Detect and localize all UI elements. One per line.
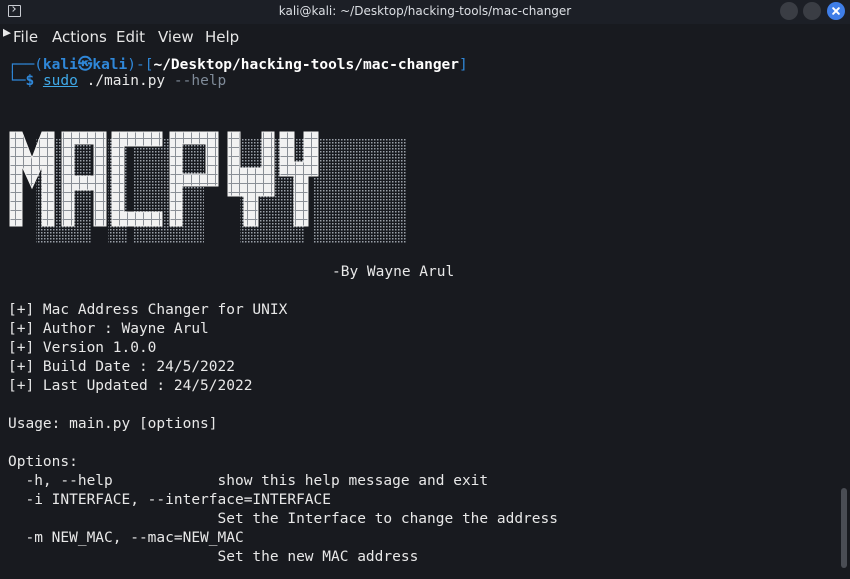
info-line: [+] Mac Address Changer for UNIX [8, 302, 288, 318]
options-header: Options: [8, 454, 78, 470]
prompt-line-1: ┌──(kali㉿kali)-[~/Desktop/hacking-tools/… [8, 57, 468, 73]
usage-line: Usage: main.py [options] [8, 416, 218, 432]
window-title: kali@kali: ~/Desktop/hacking-tools/mac-c… [278, 4, 572, 18]
option-line: -i INTERFACE, --interface=INTERFACE [8, 492, 332, 508]
option-line: Set the new MAC address [8, 549, 419, 565]
banner-byline: -By Wayne Arul [332, 264, 455, 280]
banner-shadow [36, 138, 406, 244]
info-line: [+] Version 1.0.0 [8, 340, 157, 356]
close-button[interactable] [827, 2, 845, 20]
info-line: [+] Last Updated : 24/5/2022 [8, 378, 253, 394]
prompt-path: ~/Desktop/hacking-tools/mac-changer [153, 57, 460, 73]
menu-actions[interactable]: Actions [52, 28, 107, 46]
command-sudo: sudo [42, 73, 78, 89]
info-line: [+] Author : Wayne Arul [8, 321, 209, 337]
menu-file[interactable]: File [13, 28, 38, 46]
menu-help[interactable]: Help [205, 28, 239, 46]
menu-edit[interactable]: Edit [116, 28, 145, 46]
terminal-output[interactable]: ┌──(kali㉿kali)-[~/Desktop/hacking-tools/… [0, 50, 850, 579]
window-titlebar: kali@kali: ~/Desktop/hacking-tools/mac-c… [0, 0, 850, 24]
option-line: -m NEW_MAC, --mac=NEW_MAC [8, 530, 244, 546]
maximize-button[interactable] [803, 2, 821, 20]
menu-view[interactable]: View [158, 28, 194, 46]
minimize-button[interactable] [780, 2, 798, 20]
option-line: -h, --help show this help message and ex… [8, 473, 489, 489]
prompt-line-2: └─$ sudo ./main.py --help [8, 73, 227, 89]
menu-bar: File Actions Edit View Help [0, 24, 850, 50]
option-line: Set the Interface to change the address [8, 511, 558, 527]
command-name: ./main.py [86, 73, 166, 89]
ascii-banner [8, 130, 408, 245]
command-arg: --help [173, 73, 227, 89]
info-line: [+] Build Date : 24/5/2022 [8, 359, 235, 375]
terminal-scrollbar[interactable] [841, 488, 847, 568]
